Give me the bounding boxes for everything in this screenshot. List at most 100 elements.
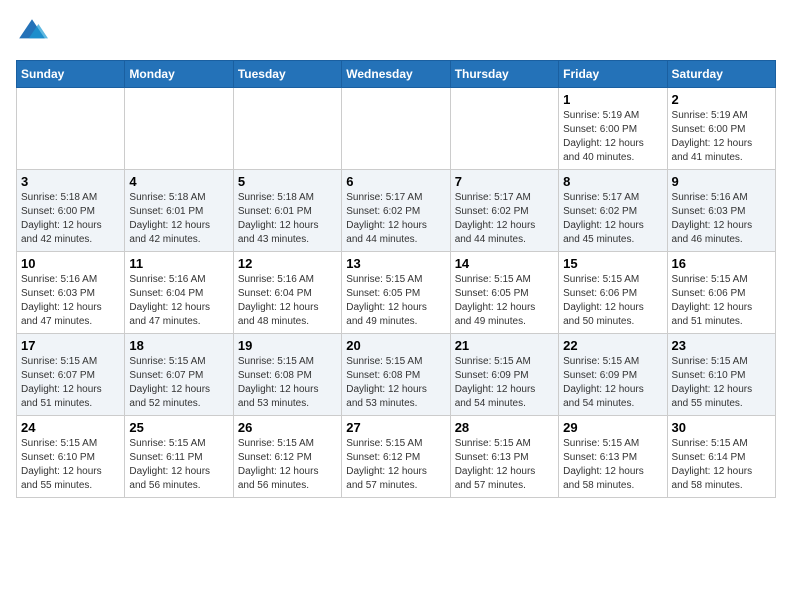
day-info: Sunrise: 5:15 AM Sunset: 6:13 PM Dayligh… (563, 437, 662, 493)
calendar-cell: 18Sunrise: 5:15 AM Sunset: 6:07 PM Dayli… (125, 334, 233, 416)
day-info: Sunrise: 5:15 AM Sunset: 6:13 PM Dayligh… (455, 437, 554, 493)
calendar-cell: 7 Sunrise: 5:17 AM Sunset: 6:02 PM Daylig… (450, 170, 558, 252)
day-number: 25 (129, 420, 228, 435)
day-info: Sunrise: 5:15 AM Sunset: 6:08 PM Dayligh… (238, 355, 337, 411)
day-header-sunday: Sunday (17, 61, 125, 88)
day-info: Sunrise: 5:17 AM Sunset: 6:02 PM Dayligh… (346, 191, 445, 247)
day-info: Sunrise: 5:19 AM Sunset: 6:00 PM Dayligh… (672, 109, 771, 165)
calendar-cell: 15 Sunrise: 5:15 AM Sunset: 6:06 PM Dayli… (559, 252, 667, 334)
calendar-cell: 17 Sunrise: 5:15 AM Sunset: 6:07 PM Dayli… (17, 334, 125, 416)
calendar-cell: 23 Sunrise: 5:15 AM Sunset: 6:10 PM Dayli… (667, 334, 775, 416)
calendar-cell: 27 Sunrise: 5:15 AM Sunset: 6:12 PM Dayli… (342, 416, 450, 498)
calendar-cell: 11 Sunrise: 5:16 AM Sunset: 6:04 PM Dayli… (125, 252, 233, 334)
day-number: 22 (563, 338, 662, 353)
day-number: 1 (563, 92, 662, 107)
calendar-cell: 20 Sunrise: 5:15 AM Sunset: 6:08 PM Dayli… (342, 334, 450, 416)
day-header-saturday: Saturday (667, 61, 775, 88)
day-number: 8 (563, 174, 662, 189)
calendar-week-row: 10Sunrise: 5:16 AM Sunset: 6:03 PM Dayli… (17, 252, 776, 334)
calendar-cell: 16Sunrise: 5:15 AM Sunset: 6:06 PM Dayli… (667, 252, 775, 334)
day-info: Sunrise: 5:17 AM Sunset: 6:02 PM Dayligh… (563, 191, 662, 247)
day-number: 20 (346, 338, 445, 353)
calendar-cell: 1Sunrise: 5:19 AM Sunset: 6:00 PM Daylig… (559, 88, 667, 170)
calendar-cell: 6 Sunrise: 5:17 AM Sunset: 6:02 PM Daylig… (342, 170, 450, 252)
day-info: Sunrise: 5:15 AM Sunset: 6:10 PM Dayligh… (21, 437, 120, 493)
day-number: 28 (455, 420, 554, 435)
day-info: Sunrise: 5:15 AM Sunset: 6:09 PM Dayligh… (563, 355, 662, 411)
calendar-cell (17, 88, 125, 170)
day-info: Sunrise: 5:18 AM Sunset: 6:01 PM Dayligh… (238, 191, 337, 247)
calendar-cell: 21 Sunrise: 5:15 AM Sunset: 6:09 PM Dayli… (450, 334, 558, 416)
calendar-cell: 25 Sunrise: 5:15 AM Sunset: 6:11 PM Dayli… (125, 416, 233, 498)
calendar-cell: 30 Sunrise: 5:15 AM Sunset: 6:14 PM Dayli… (667, 416, 775, 498)
day-info: Sunrise: 5:16 AM Sunset: 6:04 PM Dayligh… (129, 273, 228, 329)
day-number: 4 (129, 174, 228, 189)
day-info: Sunrise: 5:15 AM Sunset: 6:14 PM Dayligh… (672, 437, 771, 493)
logo (16, 16, 52, 48)
day-number: 13 (346, 256, 445, 271)
day-number: 17 (21, 338, 120, 353)
day-info: Sunrise: 5:15 AM Sunset: 6:12 PM Dayligh… (346, 437, 445, 493)
calendar-cell: 28 Sunrise: 5:15 AM Sunset: 6:13 PM Dayli… (450, 416, 558, 498)
calendar-cell: 5 Sunrise: 5:18 AM Sunset: 6:01 PM Daylig… (233, 170, 341, 252)
day-number: 30 (672, 420, 771, 435)
calendar-week-row: 24 Sunrise: 5:15 AM Sunset: 6:10 PM Dayli… (17, 416, 776, 498)
calendar-cell: 19 Sunrise: 5:15 AM Sunset: 6:08 PM Dayli… (233, 334, 341, 416)
day-number: 7 (455, 174, 554, 189)
calendar-cell: 4Sunrise: 5:18 AM Sunset: 6:01 PM Daylig… (125, 170, 233, 252)
day-info: Sunrise: 5:17 AM Sunset: 6:02 PM Dayligh… (455, 191, 554, 247)
calendar-week-row: 3Sunrise: 5:18 AM Sunset: 6:00 PM Daylig… (17, 170, 776, 252)
calendar-cell: 29Sunrise: 5:15 AM Sunset: 6:13 PM Dayli… (559, 416, 667, 498)
day-info: Sunrise: 5:15 AM Sunset: 6:10 PM Dayligh… (672, 355, 771, 411)
day-number: 5 (238, 174, 337, 189)
calendar-cell: 9 Sunrise: 5:16 AM Sunset: 6:03 PM Daylig… (667, 170, 775, 252)
day-info: Sunrise: 5:16 AM Sunset: 6:03 PM Dayligh… (672, 191, 771, 247)
calendar-cell: 22 Sunrise: 5:15 AM Sunset: 6:09 PM Dayli… (559, 334, 667, 416)
day-number: 6 (346, 174, 445, 189)
day-header-thursday: Thursday (450, 61, 558, 88)
day-number: 9 (672, 174, 771, 189)
day-info: Sunrise: 5:15 AM Sunset: 6:08 PM Dayligh… (346, 355, 445, 411)
calendar-cell: 3Sunrise: 5:18 AM Sunset: 6:00 PM Daylig… (17, 170, 125, 252)
day-info: Sunrise: 5:18 AM Sunset: 6:00 PM Dayligh… (21, 191, 120, 247)
calendar-header-row: SundayMondayTuesdayWednesdayThursdayFrid… (17, 61, 776, 88)
day-header-monday: Monday (125, 61, 233, 88)
calendar-cell: 14 Sunrise: 5:15 AM Sunset: 6:05 PM Dayli… (450, 252, 558, 334)
day-number: 10 (21, 256, 120, 271)
day-header-tuesday: Tuesday (233, 61, 341, 88)
day-number: 14 (455, 256, 554, 271)
day-info: Sunrise: 5:16 AM Sunset: 6:04 PM Dayligh… (238, 273, 337, 329)
calendar-cell: 24 Sunrise: 5:15 AM Sunset: 6:10 PM Dayli… (17, 416, 125, 498)
day-number: 15 (563, 256, 662, 271)
day-number: 16 (672, 256, 771, 271)
calendar-week-row: 1 Sunrise: 5:19 AM Sunset: 6:00 PM Daylig… (17, 88, 776, 170)
calendar-cell: 26 Sunrise: 5:15 AM Sunset: 6:12 PM Dayli… (233, 416, 341, 498)
calendar-week-row: 17 Sunrise: 5:15 AM Sunset: 6:07 PM Dayli… (17, 334, 776, 416)
calendar-cell (342, 88, 450, 170)
day-header-wednesday: Wednesday (342, 61, 450, 88)
day-number: 21 (455, 338, 554, 353)
calendar-cell (125, 88, 233, 170)
day-number: 19 (238, 338, 337, 353)
day-info: Sunrise: 5:15 AM Sunset: 6:12 PM Dayligh… (238, 437, 337, 493)
day-info: Sunrise: 5:15 AM Sunset: 6:06 PM Dayligh… (563, 273, 662, 329)
day-number: 26 (238, 420, 337, 435)
day-info: Sunrise: 5:15 AM Sunset: 6:11 PM Dayligh… (129, 437, 228, 493)
day-number: 11 (129, 256, 228, 271)
calendar-cell: 8 Sunrise: 5:17 AM Sunset: 6:02 PM Daylig… (559, 170, 667, 252)
calendar-cell (233, 88, 341, 170)
day-info: Sunrise: 5:15 AM Sunset: 6:05 PM Dayligh… (346, 273, 445, 329)
calendar-cell (450, 88, 558, 170)
day-info: Sunrise: 5:15 AM Sunset: 6:07 PM Dayligh… (21, 355, 120, 411)
day-info: Sunrise: 5:15 AM Sunset: 6:07 PM Dayligh… (129, 355, 228, 411)
day-number: 24 (21, 420, 120, 435)
calendar-table: SundayMondayTuesdayWednesdayThursdayFrid… (16, 60, 776, 498)
calendar-cell: 10Sunrise: 5:16 AM Sunset: 6:03 PM Dayli… (17, 252, 125, 334)
day-number: 27 (346, 420, 445, 435)
logo-icon (16, 16, 48, 48)
day-number: 2 (672, 92, 771, 107)
calendar-cell: 2 Sunrise: 5:19 AM Sunset: 6:00 PM Daylig… (667, 88, 775, 170)
day-info: Sunrise: 5:15 AM Sunset: 6:09 PM Dayligh… (455, 355, 554, 411)
day-info: Sunrise: 5:15 AM Sunset: 6:05 PM Dayligh… (455, 273, 554, 329)
day-number: 23 (672, 338, 771, 353)
